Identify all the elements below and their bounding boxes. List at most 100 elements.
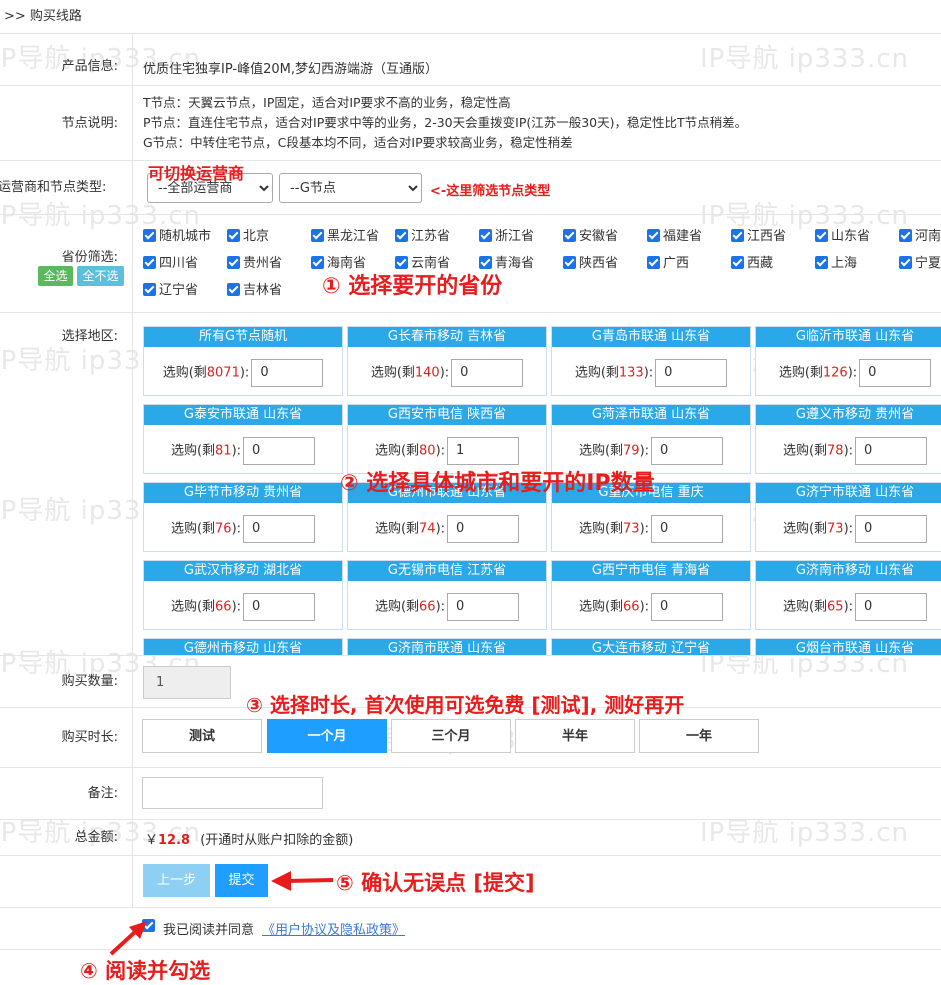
checkbox-icon[interactable] [143, 256, 156, 269]
region-card-title: G长春市移动 吉林省 [348, 327, 546, 347]
buy-suffix: ): [639, 599, 650, 615]
region-card-body: 选购(剩126): 0 [756, 359, 941, 387]
region-qty-input[interactable]: 0 [651, 515, 724, 543]
agreement-link[interactable]: 《用户协议及隐私政策》 [262, 919, 405, 938]
province-name: 北京 [243, 229, 270, 244]
prev-button[interactable]: 上一步 [143, 864, 210, 897]
region-card-title: G遵义市移动 贵州省 [756, 405, 941, 425]
buy-suffix: ): [231, 443, 242, 459]
region-qty-input[interactable]: 0 [243, 437, 316, 465]
region-qty-input[interactable]: 0 [651, 593, 724, 621]
province-name: 辽宁省 [159, 283, 199, 298]
select-all-button[interactable]: 全选 [38, 266, 73, 286]
region-qty-input[interactable]: 0 [243, 593, 316, 621]
province-checkbox-item[interactable]: 福建省 [647, 229, 702, 245]
arrow-submit-icon [271, 871, 334, 891]
duration-halfyear-button[interactable]: 半年 [515, 719, 635, 753]
province-checkbox-item[interactable]: 辽宁省 [143, 283, 198, 299]
checkbox-icon[interactable] [227, 283, 240, 296]
duration-year-button[interactable]: 一年 [639, 719, 759, 753]
province-checkbox-item[interactable]: 西藏 [731, 256, 773, 272]
buy-suffix: ): [843, 443, 854, 459]
quantity-input[interactable]: 1 [143, 666, 231, 699]
province-checkbox-item[interactable]: 黑龙江省 [311, 229, 379, 245]
duration-test-button[interactable]: 测试 [142, 719, 262, 753]
checkbox-icon[interactable] [647, 256, 660, 269]
province-checkbox-item[interactable]: 随机城市 [143, 229, 211, 245]
duration-month-button[interactable]: 一个月 [267, 719, 387, 753]
region-qty-input[interactable]: 0 [243, 515, 316, 543]
remain-count: 66 [419, 599, 436, 615]
region-qty-input[interactable]: 0 [251, 359, 324, 387]
buy-prefix: 选购(剩 [374, 443, 420, 459]
province-checkbox-item[interactable]: 四川省 [143, 256, 198, 272]
checkbox-icon[interactable] [143, 283, 156, 296]
region-qty-input[interactable]: 0 [855, 437, 928, 465]
total-row: 总金额: ￥12.8 (开通时从账户扣除的金额) [0, 820, 941, 856]
buy-prefix: 选购(剩 [578, 521, 624, 537]
region-qty-input[interactable]: 1 [447, 437, 520, 465]
remain-count: 78 [827, 443, 844, 459]
region-qty-input[interactable]: 0 [855, 515, 928, 543]
buy-suffix: ): [231, 521, 242, 537]
checkbox-icon[interactable] [479, 229, 492, 242]
node-type-select[interactable]: --G节点 [279, 173, 422, 203]
checkbox-icon[interactable] [899, 229, 912, 242]
province-name: 随机城市 [159, 229, 212, 244]
region-card-title: G菏泽市联通 山东省 [552, 405, 750, 425]
region-card: G西安市电信 陕西省 选购(剩80): 1 [347, 404, 547, 474]
remain-count: 81 [215, 443, 232, 459]
region-qty-input[interactable]: 0 [859, 359, 932, 387]
region-card-title: G临沂市联通 山东省 [756, 327, 941, 347]
duration-quarter-button[interactable]: 三个月 [391, 719, 511, 753]
buy-prefix: 选购(剩 [578, 599, 624, 615]
submit-button[interactable]: 提交 [215, 864, 268, 897]
checkbox-icon[interactable] [563, 229, 576, 242]
province-checkbox-item[interactable]: 陕西省 [563, 256, 618, 272]
checkbox-icon[interactable] [815, 229, 828, 242]
province-checkbox-item[interactable]: 宁夏 [899, 256, 941, 272]
province-checkbox-item[interactable]: 吉林省 [227, 283, 282, 299]
checkbox-icon[interactable] [227, 229, 240, 242]
province-checkbox-item[interactable]: 河南 [899, 229, 941, 245]
province-checkbox-item[interactable]: 贵州省 [227, 256, 282, 272]
region-qty-input[interactable]: 0 [447, 593, 520, 621]
region-qty-input[interactable]: 0 [655, 359, 728, 387]
province-checkbox-item[interactable]: 广西 [647, 256, 689, 272]
province-checkbox-item[interactable]: 浙江省 [479, 229, 534, 245]
checkbox-icon[interactable] [563, 256, 576, 269]
select-none-button[interactable]: 全不选 [77, 266, 124, 286]
province-checkbox-item[interactable]: 上海 [815, 256, 857, 272]
checkbox-icon[interactable] [731, 256, 744, 269]
region-card-body: 选购(剩140): 0 [348, 359, 546, 387]
region-card-title: G泰安市联通 山东省 [144, 405, 342, 425]
province-checkbox-item[interactable]: 山东省 [815, 229, 870, 245]
province-checkbox-item[interactable]: 江西省 [731, 229, 786, 245]
checkbox-icon[interactable] [311, 229, 324, 242]
checkbox-icon[interactable] [227, 256, 240, 269]
region-card-body: 选购(剩73): 0 [756, 515, 941, 543]
checkbox-icon[interactable] [395, 229, 408, 242]
checkbox-icon[interactable] [731, 229, 744, 242]
remark-input[interactable] [142, 777, 323, 809]
remain-count: 76 [215, 521, 232, 537]
checkbox-icon[interactable] [143, 229, 156, 242]
checkbox-icon[interactable] [647, 229, 660, 242]
buy-prefix: 选购(剩 [374, 521, 420, 537]
checkbox-icon[interactable] [815, 256, 828, 269]
province-checkbox-item[interactable]: 安徽省 [563, 229, 618, 245]
region-qty-input[interactable]: 0 [651, 437, 724, 465]
region-qty-input[interactable]: 0 [447, 515, 520, 543]
region-qty-input[interactable]: 0 [855, 593, 928, 621]
region-card: G德州市移动 山东省 [143, 638, 343, 655]
region-qty-input[interactable]: 0 [451, 359, 524, 387]
province-checkbox-item[interactable]: 江苏省 [395, 229, 450, 245]
region-card-body: 选购(剩8071): 0 [144, 359, 342, 387]
region-card-body: 选购(剩79): 0 [552, 437, 750, 465]
province-checkbox-item[interactable]: 北京 [227, 229, 269, 245]
checkbox-icon[interactable] [899, 256, 912, 269]
province-name: 陕西省 [579, 256, 619, 271]
region-card-title: 所有G节点随机 [144, 327, 342, 347]
province-name: 广西 [663, 256, 690, 271]
region-card: G济南市联通 山东省 [347, 638, 547, 655]
